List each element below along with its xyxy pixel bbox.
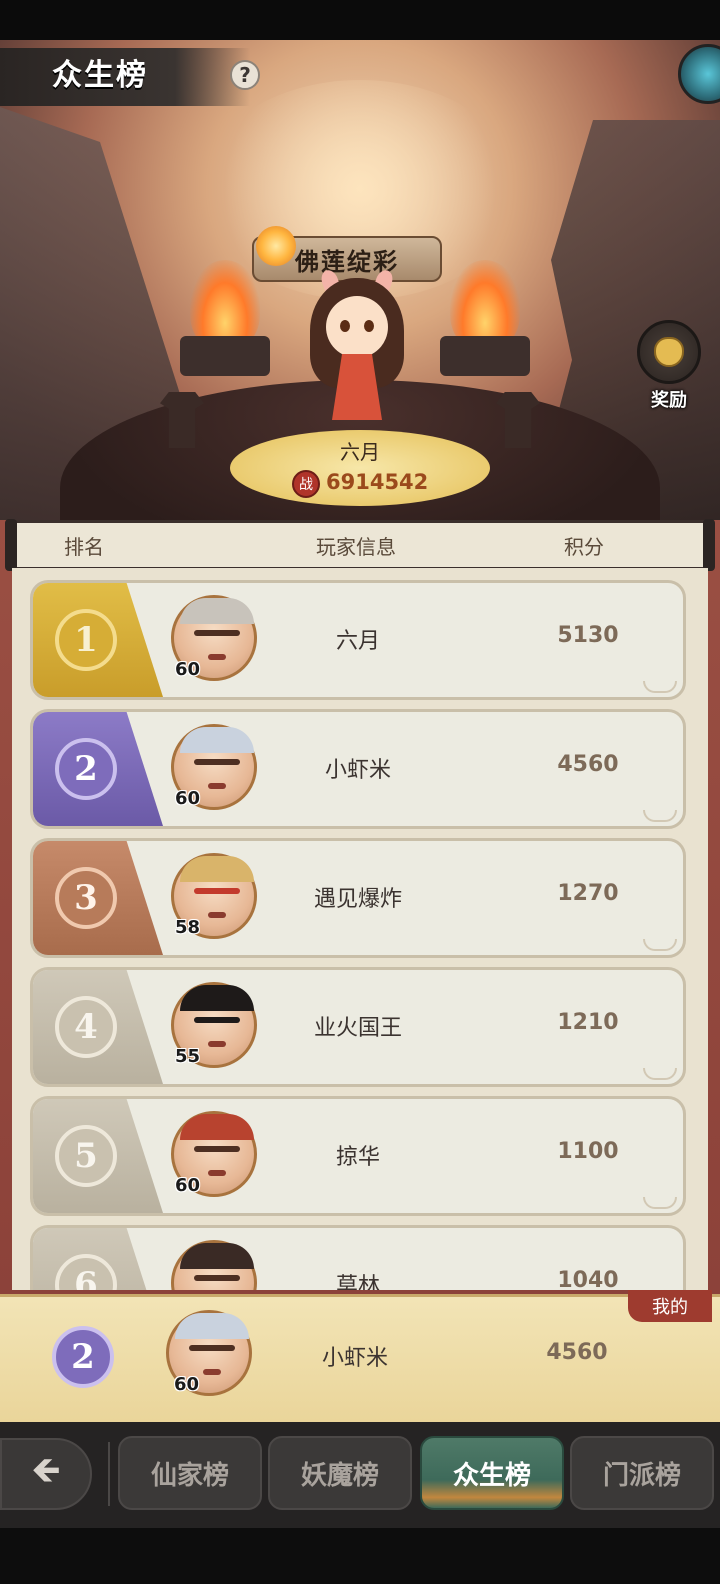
my-rank-medal: 2 [52,1326,114,1388]
reward-circle [637,320,701,384]
player-level: 60 [175,1175,201,1196]
avatar-mouth [208,1170,226,1176]
tab-demon-ranking[interactable]: 妖魔榜 [268,1436,412,1510]
scroll-rod-right [703,519,715,571]
brazier-left [180,336,270,376]
rank-medal: 4 [55,996,117,1058]
avatar-cap [180,1243,254,1269]
player-name: 掠华 [335,1145,380,1170]
status-strip [0,0,720,40]
avatar-mouth [208,783,226,789]
avatar-cap [180,727,254,753]
champion-eye-left [340,320,350,332]
help-icon[interactable]: ? [230,60,260,90]
player-name: 六月 [335,629,380,654]
avatar-brow [194,759,240,765]
table-row[interactable]: 1 60 六月 5130 [30,580,686,700]
header-score: 积分 [564,535,604,559]
champion-eye-right [364,320,374,332]
player-level: 55 [175,1046,201,1067]
avatar-brow [194,630,240,636]
bottom-strip [0,1528,720,1584]
scroll-rod-left [5,519,17,571]
avatar-cap [175,1313,249,1339]
header-player-info: 玩家信息 [316,535,396,559]
my-level: 60 [174,1374,200,1395]
my-score: 4560 [546,1340,608,1365]
avatar-brow [194,1017,240,1023]
avatar-cap [180,1114,254,1140]
brazier-right [440,336,530,376]
cloud-ornament [643,1068,677,1080]
rank-medal: 2 [55,738,117,800]
avatar-brow [194,888,240,894]
avatar-brow [194,1146,240,1152]
table-row[interactable]: 4 55 业火国王 1210 [30,967,686,1087]
champion-name: 六月 [340,440,380,464]
player-level: 60 [175,788,201,809]
avatar-mouth [208,654,226,660]
avatar-cap [180,985,254,1011]
tab-divider [108,1442,110,1506]
champion-figure[interactable] [302,267,412,430]
champion-power: 6914542 [326,470,429,494]
player-score: 5130 [557,623,619,648]
table-row[interactable]: 5 60 掠华 1100 [30,1096,686,1216]
champion-face [326,296,388,358]
my-rank-tag: 我的 [628,1290,712,1322]
player-score: 4560 [557,752,619,777]
avatar-cap [180,856,254,882]
back-button[interactable]: 🡸 [0,1438,92,1510]
money-bag-icon [654,337,684,367]
player-name: 遇见爆炸 [313,887,402,912]
rank-medal: 1 [55,609,117,671]
player-score: 1040 [557,1268,619,1290]
avatar-brow [189,1345,235,1351]
avatar-mouth [208,1041,226,1047]
player-name: 莫林 [335,1274,380,1290]
lotus-icon [256,226,296,266]
table-row[interactable]: 6 莫林 1040 [30,1225,686,1290]
avatar-cap [180,598,254,624]
player-score: 1270 [557,881,619,906]
cloud-ornament [643,681,677,693]
cloud-ornament [643,1197,677,1209]
cloud-ornament [643,810,677,822]
player-level: 58 [175,917,201,938]
avatar[interactable] [171,1240,257,1290]
tab-mortal-ranking[interactable]: 众生榜 [420,1436,564,1510]
player-name: 小虾米 [324,758,391,783]
avatar-mouth [208,912,226,918]
tab-immortal-ranking[interactable]: 仙家榜 [118,1436,262,1510]
player-score: 1100 [557,1139,619,1164]
ranking-list[interactable]: 1 60 六月 5130 2 60 小虾米 4560 3 58 遇见爆炸 127… [12,568,708,1290]
header-rank: 排名 [64,535,104,559]
avatar-mouth [203,1369,221,1375]
power-icon: 战 [292,470,320,498]
reward-label: 奖励 [651,390,687,411]
player-score: 1210 [557,1010,619,1035]
table-row[interactable]: 2 60 小虾米 4560 [30,709,686,829]
cloud-ornament [643,939,677,951]
rank-medal: 5 [55,1125,117,1187]
avatar-brow [194,1275,240,1281]
player-level: 60 [175,659,201,680]
tab-sect-ranking[interactable]: 门派榜 [570,1436,714,1510]
reward-button[interactable]: 奖励 [632,320,706,411]
table-row[interactable]: 3 58 遇见爆炸 1270 [30,838,686,958]
my-name: 小虾米 [321,1346,388,1371]
rank-medal: 3 [55,867,117,929]
arrow-left-icon: 🡸 [31,1449,61,1491]
page-title: 众生榜 [52,58,148,93]
player-name: 业火国王 [313,1016,402,1041]
